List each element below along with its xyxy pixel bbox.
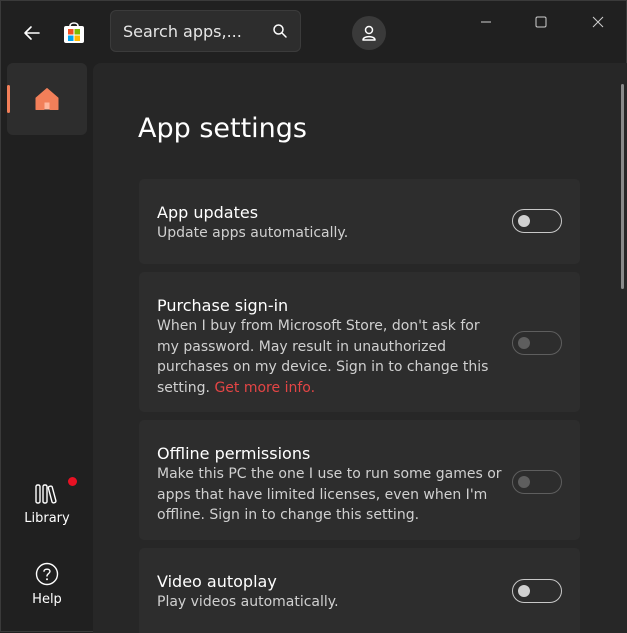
setting-card-video-autoplay: Video autoplay Play videos automatically… [139,548,580,633]
setting-description: When I buy from Microsoft Store, don't a… [157,316,502,398]
search-box [110,10,301,52]
selection-indicator [7,85,10,113]
sidebar: Library Help [1,63,93,633]
minimize-icon [481,21,491,23]
close-button[interactable] [578,7,618,37]
setting-card-offline-permissions: Offline permissions Make this PC the one… [139,420,580,540]
toggle-knob [518,585,530,597]
sidebar-item-label: Help [32,591,62,607]
purchase-sign-in-toggle[interactable] [512,331,562,355]
setting-description: Play videos automatically. [157,594,339,610]
get-more-info-link[interactable]: Get more info. [214,380,315,396]
setting-title: Offline permissions [157,444,311,463]
scrollbar[interactable] [621,84,624,289]
setting-card-app-updates: App updates Update apps automatically. [139,179,580,264]
page-title: App settings [138,113,308,144]
setting-description: Update apps automatically. [157,225,349,241]
back-button[interactable] [17,19,47,47]
maximize-icon [535,16,547,28]
toggle-knob [518,476,530,488]
setting-title: Video autoplay [157,572,277,591]
account-button[interactable] [352,16,386,50]
sidebar-item-label: Library [24,510,70,526]
microsoft-store-icon [63,20,85,44]
account-icon [362,25,376,41]
maximize-button[interactable] [521,7,561,37]
home-icon [35,88,59,110]
notification-badge [68,477,77,486]
video-autoplay-toggle[interactable] [512,579,562,603]
library-icon [35,483,57,504]
app-window: Library Help App settings App updates Up… [0,0,627,633]
sidebar-item-library[interactable]: Library [7,473,87,535]
close-icon [592,16,604,28]
setting-card-purchase-sign-in: Purchase sign-in When I buy from Microso… [139,272,580,412]
title-bar [1,1,626,63]
help-icon [35,562,59,585]
offline-permissions-toggle[interactable] [512,470,562,494]
search-input[interactable] [123,11,263,51]
search-icon[interactable] [272,23,288,39]
setting-title: App updates [157,203,259,222]
app-updates-toggle[interactable] [512,209,562,233]
sidebar-item-help[interactable]: Help [7,553,87,615]
toggle-knob [518,337,530,349]
setting-title: Purchase sign-in [157,296,289,315]
setting-description: Make this PC the one I use to run some g… [157,466,502,523]
sidebar-item-home[interactable] [7,63,87,135]
toggle-knob [518,215,530,227]
back-arrow-icon [24,26,40,40]
main-content: App settings App updates Update apps aut… [93,63,627,633]
setting-description-text: When I buy from Microsoft Store, don't a… [157,318,489,396]
minimize-button[interactable] [466,7,506,37]
